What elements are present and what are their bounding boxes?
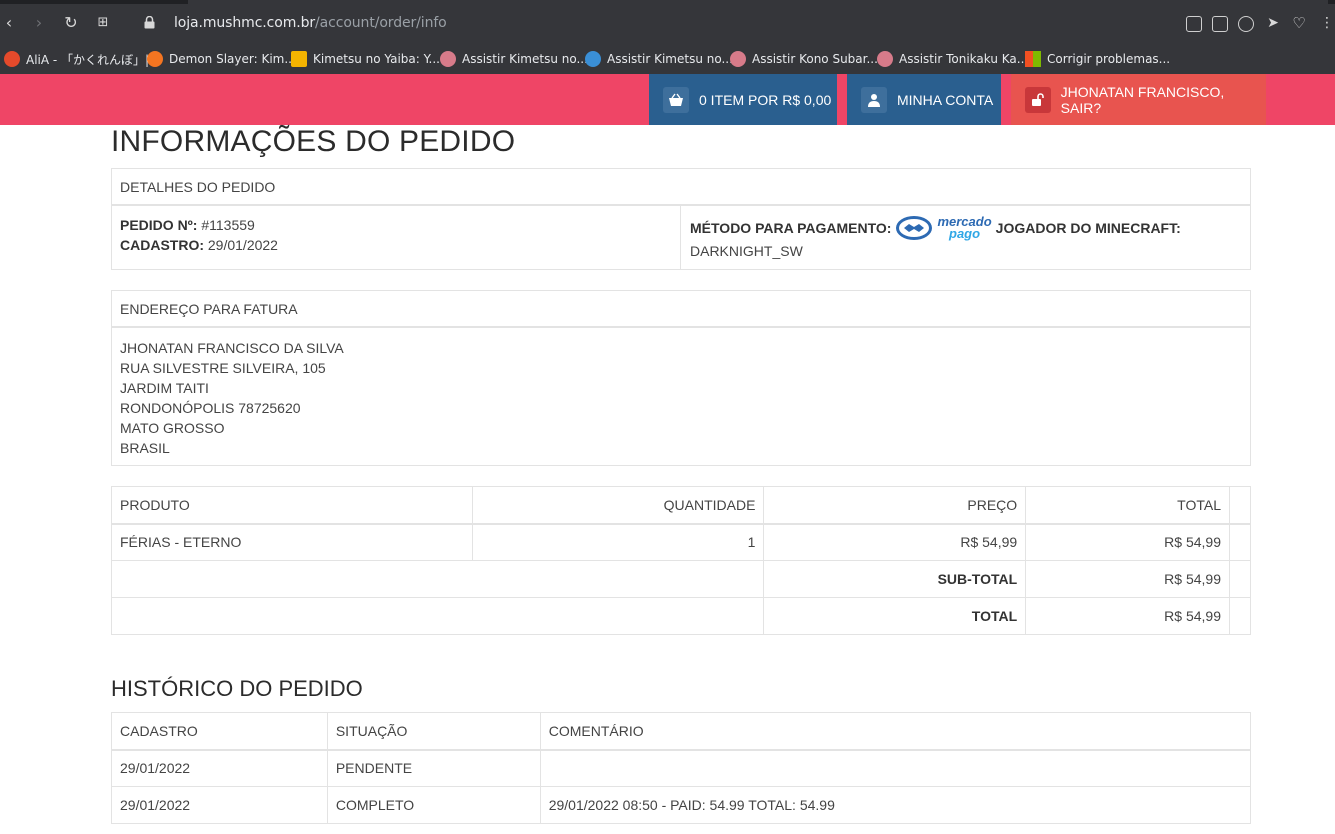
windows-logo-icon xyxy=(1025,51,1041,67)
url-field[interactable]: loja.mushmc.com.br/account/order/info xyxy=(174,15,447,31)
order-details-header: DETALHES DO PEDIDO xyxy=(112,169,1250,206)
history-title: HISTÓRICO DO PEDIDO xyxy=(111,676,363,701)
bookmark-item[interactable]: Demon Slayer: Kim... xyxy=(147,50,296,68)
forward-icon[interactable]: › xyxy=(30,14,48,32)
page-title: INFORMAÇÕES DO PEDIDO xyxy=(111,125,516,158)
reload-icon[interactable]: ↻ xyxy=(62,14,80,32)
bookmark-item[interactable]: Assistir Kimetsu no... xyxy=(440,50,588,68)
share-icon[interactable] xyxy=(1186,16,1202,32)
bookmark-item[interactable]: Assistir Kono Subar... xyxy=(730,50,878,68)
payment-method-row: MÉTODO PARA PAGAMENTO: mercado pago JOGA… xyxy=(690,214,1181,241)
handshake-icon xyxy=(896,216,933,240)
close-circle-icon[interactable] xyxy=(1238,16,1254,32)
basket-icon xyxy=(663,86,689,113)
bookmark-item[interactable]: Corrigir problemas... xyxy=(1025,50,1170,68)
tabs-grid-icon[interactable]: ⊞ xyxy=(94,14,112,32)
order-details-right: MÉTODO PARA PAGAMENTO: mercado pago JOGA… xyxy=(682,206,1250,269)
table-row: 29/01/2022 COMPLETO 29/01/2022 08:50 - P… xyxy=(111,786,1252,824)
user-icon xyxy=(861,86,887,113)
bookmark-favicon-icon xyxy=(147,51,163,67)
table-row: FÉRIAS - ETERNO 1 R$ 54,99 R$ 54,99 xyxy=(111,523,1252,561)
table-header-row: PRODUTO QUANTIDADE PREÇO TOTAL xyxy=(111,486,1252,525)
address-bar-row: ‹ › ↻ ⊞ loja.mushmc.com.br/account/order… xyxy=(0,4,1335,44)
menu-icon[interactable]: ⋮ xyxy=(1318,14,1335,32)
bookmark-item[interactable]: Assistir Tonikaku Ka... xyxy=(877,50,1028,68)
bookmark-favicon-icon xyxy=(4,51,20,67)
browser-chrome: ‹ › ↻ ⊞ loja.mushmc.com.br/account/order… xyxy=(0,0,1335,74)
my-account-button[interactable]: MINHA CONTA xyxy=(847,74,1001,125)
bookmark-favicon-icon xyxy=(585,51,601,67)
order-date: CADASTRO: 29/01/2022 xyxy=(120,237,278,253)
bookmark-favicon-icon xyxy=(440,51,456,67)
order-number: PEDIDO Nº: #113559 xyxy=(120,217,255,233)
logout-button[interactable]: JHONATAN FRANCISCO, SAIR? xyxy=(1011,74,1266,125)
bookmark-item[interactable]: Assistir Kimetsu no... xyxy=(585,50,733,68)
table-row: 29/01/2022 PENDENTE xyxy=(111,749,1252,787)
unlock-icon xyxy=(1025,86,1051,113)
table-header-row: CADASTRO SITUAÇÃO COMENTÁRIO xyxy=(111,712,1252,751)
lock-icon[interactable] xyxy=(144,16,155,29)
minecraft-player: DARKNIGHT_SW xyxy=(690,243,803,259)
billing-address: JHONATAN FRANCISCO DA SILVA RUA SILVESTR… xyxy=(120,340,344,456)
camera-icon[interactable] xyxy=(1212,16,1228,32)
order-details-panel: DETALHES DO PEDIDO PEDIDO Nº: #113559 CA… xyxy=(111,168,1251,270)
total-row: TOTAL R$ 54,99 xyxy=(110,597,1252,635)
order-details-left: PEDIDO Nº: #113559 CADASTRO: 29/01/2022 xyxy=(112,206,681,269)
history-table: CADASTRO SITUAÇÃO COMENTÁRIO 29/01/2022 … xyxy=(111,712,1252,824)
bookmark-favicon-icon xyxy=(877,51,893,67)
cart-button[interactable]: 0 ITEM POR R$ 0,00 xyxy=(649,74,837,125)
bookmark-item[interactable]: Kimetsu no Yaiba: Y... xyxy=(291,50,440,68)
heart-icon[interactable]: ♡ xyxy=(1290,14,1308,32)
send-icon[interactable]: ➤ xyxy=(1264,14,1282,32)
bookmark-favicon-icon xyxy=(291,51,307,67)
mercado-pago-logo: mercado pago xyxy=(895,215,992,241)
bookmark-favicon-icon xyxy=(730,51,746,67)
subtotal-row: SUB-TOTAL R$ 54,99 xyxy=(110,560,1252,598)
products-table: PRODUTO QUANTIDADE PREÇO TOTAL FÉRIAS - … xyxy=(110,486,1252,635)
billing-address-panel: ENDEREÇO PARA FATURA JHONATAN FRANCISCO … xyxy=(111,290,1251,466)
bookmark-item[interactable]: AliA - 「かくれんぼ」|... xyxy=(4,50,161,68)
billing-address-header: ENDEREÇO PARA FATURA xyxy=(112,291,1250,328)
site-header: 0 ITEM POR R$ 0,00 MINHA CONTA JHONATAN … xyxy=(0,74,1335,125)
back-icon[interactable]: ‹ xyxy=(0,14,18,32)
bookmarks-bar: AliA - 「かくれんぼ」|... Demon Slayer: Kim... … xyxy=(0,44,1335,74)
